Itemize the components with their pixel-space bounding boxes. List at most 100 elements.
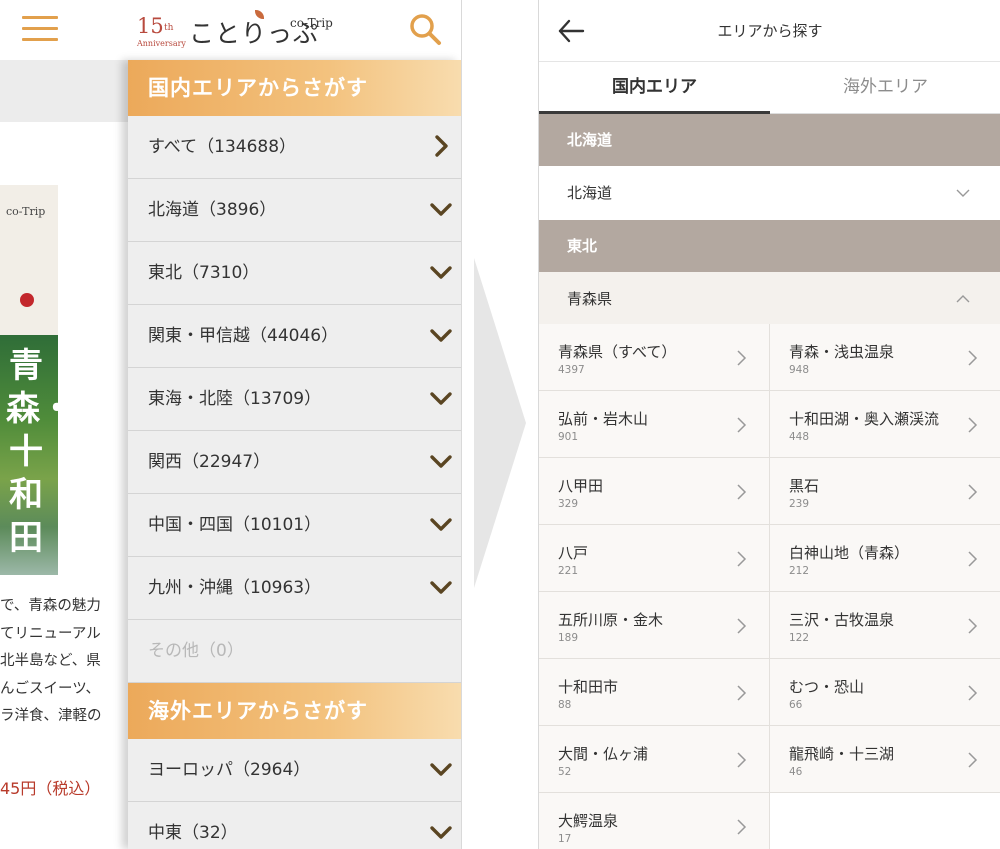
screen: 15 th Anniversary ことりっぷ co-Trip co-Trip … (0, 0, 1000, 849)
area-menu-label: 九州・沖縄（10963） (148, 578, 322, 598)
sub-area-count: 901 (558, 431, 579, 443)
cover-cotrip: co-Trip (6, 205, 46, 218)
sub-area-name: 黒石 (789, 477, 820, 495)
sub-area-cell[interactable]: 青森・浅虫温泉 948 (770, 324, 1000, 391)
chevron-right-icon (968, 484, 978, 500)
prefecture-row-aomori[interactable]: 青森県 (539, 272, 1000, 326)
chevron-down-icon (430, 581, 452, 594)
sub-area-name: 弘前・岩木山 (558, 410, 649, 428)
sub-area-cell[interactable]: 十和田湖・奥入瀬渓流 448 (770, 391, 1000, 458)
area-menu-item[interactable]: 関東・甲信越（44046） (128, 305, 461, 368)
sub-area-name: 大鰐温泉 (558, 812, 619, 830)
chevron-down-icon (956, 189, 970, 197)
area-menu-label: 北海道（3896） (148, 200, 277, 220)
overseas-area-heading: 海外エリアからさがす (128, 683, 461, 739)
back-arrow-icon[interactable] (557, 18, 585, 44)
chevron-down-icon (430, 518, 452, 531)
prefecture-row-hokkaido[interactable]: 北海道 (539, 166, 1000, 220)
sub-area-cell[interactable]: 三沢・古牧温泉 122 (770, 592, 1000, 659)
sub-area-cell[interactable]: 青森県（すべて） 4397 (539, 324, 770, 391)
app-header: 15 th Anniversary ことりっぷ co-Trip (0, 0, 461, 60)
sub-area-cell[interactable]: 黒石 239 (770, 458, 1000, 525)
page-title: エリアから探す (717, 22, 823, 40)
chevron-down-icon (430, 266, 452, 279)
sub-area-count: 239 (789, 498, 810, 510)
sub-area-name: 青森・浅虫温泉 (789, 343, 895, 361)
hamburger-menu-icon[interactable] (22, 16, 58, 42)
sub-area-cell[interactable]: 五所川原・金木 189 (539, 592, 770, 659)
cover-title: 青森・十和田 (6, 346, 58, 558)
area-menu-item[interactable]: 関西（22947） (128, 431, 461, 494)
area-menu-label: その他（0） (148, 641, 244, 661)
chevron-right-icon (968, 350, 978, 366)
area-menu-item[interactable]: 中東（32） (128, 802, 461, 849)
page-band (0, 60, 130, 122)
sub-area-name: 八戸 (558, 544, 589, 562)
area-menu-label: 関西（22947） (148, 452, 271, 472)
area-menu-item[interactable]: 九州・沖縄（10963） (128, 557, 461, 620)
sub-area-cell[interactable]: 龍飛崎・十三湖 46 (770, 726, 1000, 793)
chevron-right-icon (737, 819, 747, 835)
area-menu-label: 関東・甲信越（44046） (148, 326, 339, 346)
area-menu-item[interactable]: 北海道（3896） (128, 179, 461, 242)
logo-cotrip: co-Trip (290, 16, 333, 30)
sub-area-cell[interactable]: 大鰐温泉 17 (539, 793, 770, 849)
sub-area-cell[interactable]: 弘前・岩木山 901 (539, 391, 770, 458)
apple-icon (20, 293, 34, 307)
chevron-down-icon (430, 392, 452, 405)
sub-area-cell[interactable]: 八戸 221 (539, 525, 770, 592)
description-line: 北半島など、県 (0, 653, 101, 669)
sub-area-count: 88 (558, 699, 572, 711)
sub-area-cell[interactable]: 十和田市 88 (539, 659, 770, 726)
logo-anniversary: Anniversary (137, 39, 186, 48)
chevron-right-icon (968, 685, 978, 701)
area-drawer-menu: 国内エリアからさがす すべて（134688） 北海道（3896） 東北（7310） 関… (128, 60, 461, 849)
sub-area-cell[interactable]: 白神山地（青森） 212 (770, 525, 1000, 592)
overseas-area-list: ヨーロッパ（2964） 中東（32） (128, 739, 461, 849)
prefecture-label: 北海道 (567, 184, 613, 202)
area-menu-item[interactable]: ヨーロッパ（2964） (128, 739, 461, 802)
search-icon[interactable] (408, 12, 442, 46)
sub-area-name: 八甲田 (558, 477, 604, 495)
area-menu-item[interactable]: 東海・北陸（13709） (128, 368, 461, 431)
logo[interactable]: 15 th Anniversary ことりっぷ co-Trip (137, 10, 337, 50)
sub-area-cell[interactable]: 八甲田 329 (539, 458, 770, 525)
sub-area-count: 4397 (558, 364, 585, 376)
area-menu-item[interactable]: 東北（7310） (128, 242, 461, 305)
chevron-down-icon (430, 455, 452, 468)
sub-area-count: 212 (789, 565, 810, 577)
sub-area-name: 青森県（すべて） (558, 343, 677, 361)
sub-area-count: 448 (789, 431, 810, 443)
chevron-right-icon (737, 350, 747, 366)
right-phone: エリアから探す 国内エリア 海外エリア 北海道 北海道 東北 青森県 青森県（す… (538, 0, 1000, 849)
guidebook-cover[interactable]: co-Trip 青森・十和田 (0, 185, 58, 575)
area-menu-label: 東北（7310） (148, 263, 260, 283)
left-phone: 15 th Anniversary ことりっぷ co-Trip co-Trip … (0, 0, 462, 849)
price-text: 45円（税込） (0, 779, 101, 798)
domestic-area-list: すべて（134688） 北海道（3896） 東北（7310） 関東・甲信越（44046… (128, 116, 461, 683)
area-menu-item[interactable]: その他（0） (128, 620, 461, 683)
area-menu-label: 中国・四国（10101） (148, 515, 322, 535)
chevron-right-icon (737, 752, 747, 768)
description-line: てリニューアル (0, 625, 101, 642)
chevron-right-icon (968, 417, 978, 433)
chevron-down-icon (430, 329, 452, 342)
chevron-right-icon (737, 417, 747, 433)
area-menu-label: 東海・北陸（13709） (148, 389, 322, 409)
sub-area-name: むつ・恐山 (789, 678, 865, 696)
tab-overseas[interactable]: 海外エリア (770, 62, 1000, 114)
sub-area-name: 白神山地（青森） (789, 544, 910, 562)
sub-area-count: 46 (789, 766, 803, 778)
sub-area-cell[interactable]: むつ・恐山 66 (770, 659, 1000, 726)
chevron-right-icon (968, 551, 978, 567)
chevron-right-icon (968, 752, 978, 768)
chevron-right-icon (435, 135, 448, 157)
area-menu-item[interactable]: すべて（134688） (128, 116, 461, 179)
description-line: ラ洋食、津軽の (0, 708, 102, 724)
transition-arrow-icon (474, 258, 526, 588)
area-menu-item[interactable]: 中国・四国（10101） (128, 494, 461, 557)
sub-area-count: 221 (558, 565, 579, 577)
sub-area-cell[interactable]: 大間・仏ヶ浦 52 (539, 726, 770, 793)
logo-years: 15 (137, 14, 164, 38)
tab-domestic[interactable]: 国内エリア (539, 62, 770, 114)
